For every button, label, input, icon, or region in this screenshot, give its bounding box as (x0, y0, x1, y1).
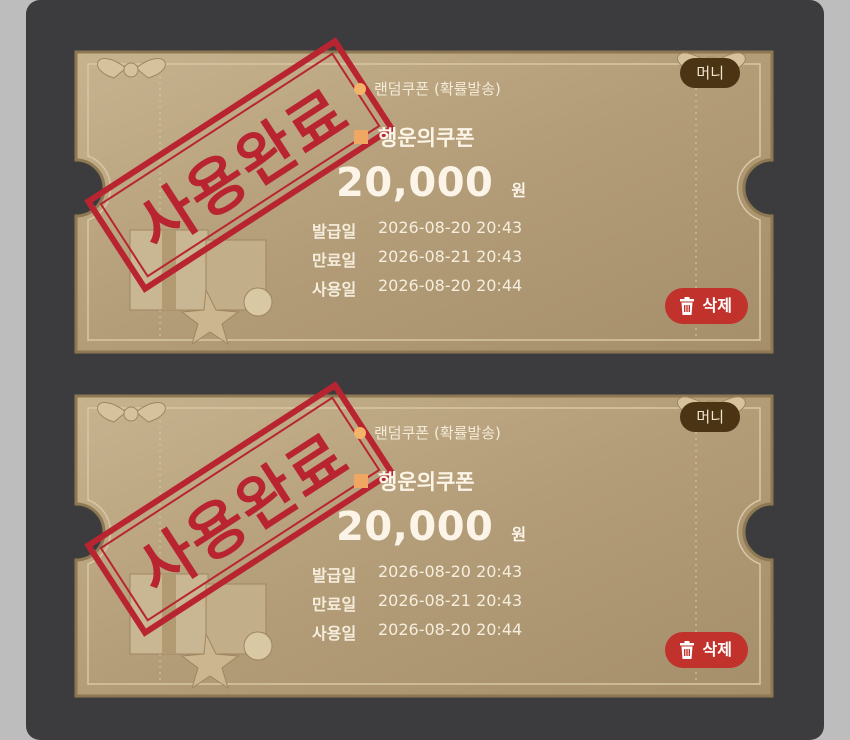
used-date-label: 사용일 (312, 280, 357, 299)
coupon-subtitle: 랜덤쿠폰 (확률발송) (354, 78, 501, 99)
used-date-row: 사용일 2026-08-20 20:44 (312, 620, 522, 649)
used-date-value: 2026-08-20 20:44 (378, 620, 523, 639)
delete-button[interactable]: 삭제 (664, 288, 748, 324)
issue-date-value: 2026-08-20 20:43 (378, 562, 523, 581)
coupon-title-text: 행운의쿠폰 (378, 470, 475, 494)
delete-button-label: 삭제 (702, 296, 732, 315)
amount-unit: 원 (511, 181, 527, 200)
money-badge: 머니 (680, 58, 740, 88)
coupon-amount: 20,000 원 (336, 160, 526, 206)
delete-button-label: 삭제 (702, 640, 732, 659)
coupon-subtitle-text: 랜덤쿠폰 (확률발송) (374, 424, 501, 442)
amount-value: 20,000 (336, 504, 494, 550)
expiry-date-row: 만료일 2026-08-21 20:43 (312, 247, 522, 276)
coupon-card: 사용완료 머니 랜덤쿠폰 (확률발송) 행운의쿠폰 20,000 원 발급일 2… (66, 37, 786, 360)
square-bullet-icon (354, 130, 368, 144)
coupon-card: 사용완료 머니 랜덤쿠폰 (확률발송) 행운의쿠폰 20,000 원 발급일 2… (66, 381, 786, 704)
coupon-subtitle: 랜덤쿠폰 (확률발송) (354, 422, 501, 443)
expiry-date-value: 2026-08-21 20:43 (378, 591, 523, 610)
trash-icon (679, 641, 694, 659)
coupon-dates: 발급일 2026-08-20 20:43 만료일 2026-08-21 20:4… (312, 218, 522, 305)
bullet-dot-icon (354, 82, 366, 95)
expiry-date-label: 만료일 (312, 251, 357, 270)
coupon-subtitle-text: 랜덤쿠폰 (확률발송) (374, 80, 501, 98)
amount-value: 20,000 (336, 160, 494, 206)
delete-button[interactable]: 삭제 (664, 632, 748, 668)
coupon-title: 행운의쿠폰 (354, 122, 475, 152)
issue-date-label: 발급일 (312, 566, 357, 585)
bullet-dot-icon (354, 426, 366, 439)
used-date-value: 2026-08-20 20:44 (378, 276, 523, 295)
expiry-date-value: 2026-08-21 20:43 (378, 247, 523, 266)
used-date-row: 사용일 2026-08-20 20:44 (312, 276, 522, 305)
coupon-dates: 발급일 2026-08-20 20:43 만료일 2026-08-21 20:4… (312, 562, 522, 649)
coupon-title-text: 행운의쿠폰 (378, 126, 475, 150)
issue-date-value: 2026-08-20 20:43 (378, 218, 523, 237)
coupon-amount: 20,000 원 (336, 504, 526, 550)
coupon-title: 행운의쿠폰 (354, 466, 475, 496)
money-badge: 머니 (680, 402, 740, 432)
issue-date-row: 발급일 2026-08-20 20:43 (312, 562, 522, 591)
expiry-date-row: 만료일 2026-08-21 20:43 (312, 591, 522, 620)
expiry-date-label: 만료일 (312, 595, 357, 614)
square-bullet-icon (354, 474, 368, 488)
amount-unit: 원 (511, 525, 527, 544)
issue-date-label: 발급일 (312, 222, 357, 241)
used-date-label: 사용일 (312, 624, 357, 643)
trash-icon (679, 297, 694, 315)
issue-date-row: 발급일 2026-08-20 20:43 (312, 218, 522, 247)
